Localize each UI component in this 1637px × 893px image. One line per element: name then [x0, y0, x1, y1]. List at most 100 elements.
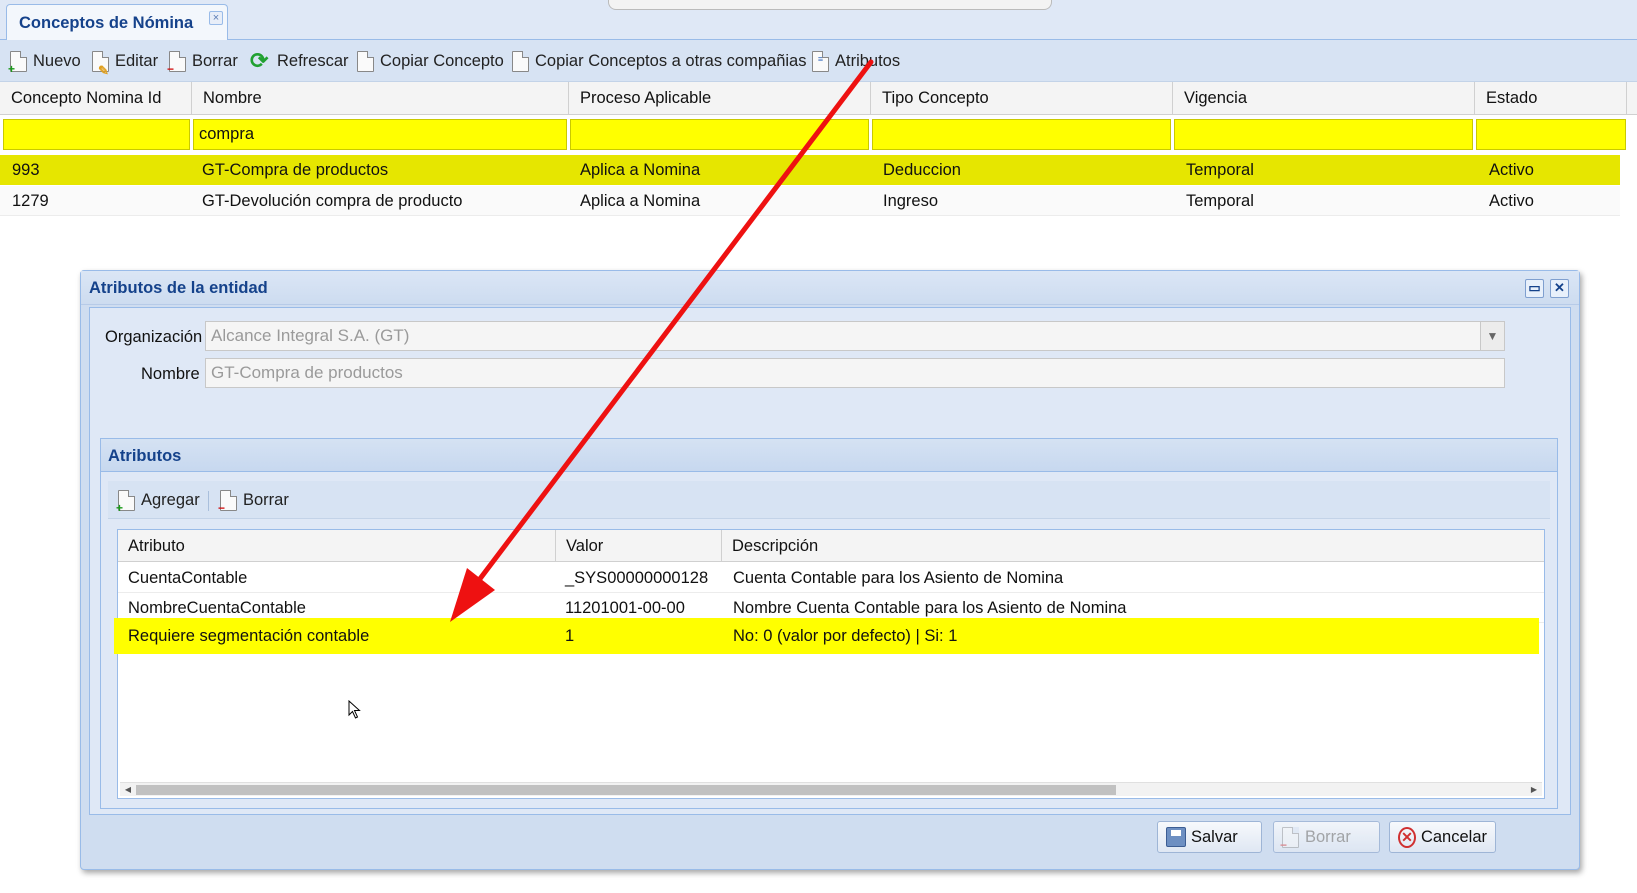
atributos-panel-title: Atributos [108, 447, 182, 465]
filter-proceso-input[interactable] [570, 119, 869, 150]
atributos-label: Atributos [835, 51, 901, 70]
refrescar-label: Refrescar [277, 51, 349, 70]
cell-atributo: Requiere segmentación contable [128, 627, 370, 645]
delete-document-icon: − [1280, 826, 1299, 851]
copiar-otras-companias-button[interactable]: Copiar Conceptos a otras compañias [512, 49, 806, 73]
delete-document-icon: − [167, 50, 186, 75]
table-row[interactable]: CuentaContable _SYS00000000128 Cuenta Co… [118, 563, 1544, 593]
add-document-icon: + [116, 489, 135, 514]
add-document-icon: + [8, 50, 27, 75]
table-row-highlighted[interactable]: Requiere segmentación contable 1 No: 0 (… [114, 618, 1539, 654]
cell-nombre: GT-Compra de productos [202, 161, 389, 179]
cell-estado: Activo [1489, 192, 1534, 210]
tab-title: Conceptos de Nómina [19, 14, 194, 32]
filter-row: compra [0, 118, 1637, 152]
atributos-grid-header: Atributo Valor Descripción [118, 530, 1544, 562]
refresh-icon: ⟳ [250, 47, 269, 73]
filter-estado-input[interactable] [1476, 119, 1626, 150]
nombre-field[interactable]: GT-Compra de productos [205, 358, 1505, 388]
cell-id: 1279 [12, 192, 49, 210]
cell-descripcion: No: 0 (valor por defecto) | Si: 1 [733, 627, 958, 645]
table-row[interactable]: 1279 GT-Devolución compra de producto Ap… [0, 186, 1620, 216]
column-header[interactable]: Atributo [118, 530, 556, 562]
nombre-value: GT-Compra de productos [211, 363, 403, 382]
scroll-left-icon[interactable]: ◀ [122, 783, 134, 797]
cell-proceso: Aplica a Nomina [580, 192, 701, 210]
toolbar-separator [208, 491, 209, 511]
column-header[interactable]: Nombre [192, 82, 569, 115]
atributos-dialog: Atributos de la entidad ▭ ✕ Organización… [80, 270, 1580, 870]
borrar-label: Borrar [192, 51, 238, 70]
cancelar-button[interactable]: ✕ Cancelar [1389, 821, 1496, 853]
grid-header: Concepto Nomina Id Nombre Proceso Aplica… [0, 82, 1637, 115]
copiar-concepto-label: Copiar Concepto [380, 51, 504, 70]
borrar-dialog-button[interactable]: − Borrar [1273, 821, 1380, 853]
column-header[interactable]: Concepto Nomina Id [0, 82, 192, 115]
filter-tipo-input[interactable] [872, 119, 1171, 150]
dialog-title: Atributos de la entidad [89, 279, 268, 297]
cancel-icon: ✕ [1398, 826, 1416, 848]
nuevo-button[interactable]: + Nuevo [8, 49, 81, 75]
cancelar-label: Cancelar [1420, 827, 1487, 846]
agregar-label: Agregar [141, 490, 200, 509]
atributos-panel-header: Atributos [101, 439, 1557, 472]
dialog-header[interactable]: Atributos de la entidad ▭ ✕ [81, 271, 1579, 305]
table-row[interactable]: 993 GT-Compra de productos Aplica a Nomi… [0, 155, 1620, 185]
maximize-icon[interactable]: ▭ [1525, 279, 1544, 298]
column-header[interactable]: Estado [1475, 82, 1627, 115]
atributos-button[interactable]: ≡ Atributos [812, 49, 900, 73]
copiar-concepto-button[interactable]: Copiar Concepto [357, 49, 504, 73]
cell-estado: Activo [1489, 161, 1534, 179]
cell-proceso: Aplica a Nomina [580, 161, 701, 179]
scrollbar-thumb[interactable] [136, 785, 1116, 795]
refrescar-button[interactable]: ⟳ Refrescar [250, 49, 349, 73]
borrar-dialog-label: Borrar [1305, 827, 1351, 846]
organizacion-value: Alcance Integral S.A. (GT) [211, 326, 410, 345]
delete-document-icon: − [218, 489, 237, 514]
close-icon[interactable]: ✕ [1550, 279, 1569, 298]
column-header[interactable]: Proceso Aplicable [569, 82, 871, 115]
nuevo-label: Nuevo [33, 51, 81, 70]
cell-vigencia: Temporal [1186, 192, 1254, 210]
filter-id-input[interactable] [3, 119, 190, 150]
borrar-button[interactable]: − Borrar [167, 49, 238, 75]
copy-document-icon [357, 50, 374, 72]
filter-nombre-input[interactable]: compra [193, 119, 567, 150]
column-header[interactable]: Tipo Concepto [871, 82, 1173, 115]
filter-vigencia-input[interactable] [1174, 119, 1473, 150]
column-header[interactable]: Vigencia [1173, 82, 1475, 115]
main-toolbar: + Nuevo ✎ Editar − Borrar ⟳ Refrescar Co… [0, 40, 1637, 82]
copy-document-icon [512, 50, 529, 72]
borrar-atributo-button[interactable]: − Borrar [218, 488, 289, 514]
cell-valor: 1 [565, 627, 575, 645]
cell-vigencia: Temporal [1186, 161, 1254, 179]
dialog-body: Organización Alcance Integral S.A. (GT) … [89, 307, 1571, 815]
salvar-button[interactable]: Salvar [1157, 821, 1262, 853]
edit-document-icon: ✎ [92, 50, 109, 77]
chevron-down-icon[interactable]: ▼ [1480, 322, 1504, 350]
atributos-panel: Atributos + Agregar − Borrar Atributo Va… [100, 438, 1558, 809]
cell-atributo: CuentaContable [128, 569, 248, 587]
cell-nombre: GT-Devolución compra de producto [202, 192, 463, 210]
cell-tipo: Deduccion [883, 161, 961, 179]
scroll-right-icon[interactable]: ▶ [1528, 783, 1540, 797]
tab-conceptos-nomina[interactable]: Conceptos de Nómina × [6, 4, 228, 41]
nombre-label: Nombre [141, 365, 200, 383]
organizacion-select[interactable]: Alcance Integral S.A. (GT) ▼ [205, 321, 1505, 351]
column-header[interactable]: Valor [556, 530, 722, 562]
salvar-label: Salvar [1191, 827, 1238, 846]
editar-button[interactable]: ✎ Editar [92, 49, 159, 77]
borrar-atributo-label: Borrar [243, 490, 289, 509]
column-header[interactable]: Descripción [722, 530, 1544, 562]
atributos-toolbar: + Agregar − Borrar [108, 481, 1550, 519]
cell-descripcion: Cuenta Contable para los Asiento de Nomi… [733, 569, 1064, 587]
horizontal-scrollbar[interactable]: ◀ ▶ [120, 782, 1542, 796]
editar-label: Editar [115, 51, 159, 70]
cell-valor: _SYS00000000128 [565, 569, 709, 587]
organizacion-label: Organización [105, 328, 203, 346]
close-icon[interactable]: × [209, 11, 223, 25]
atributos-grid: Atributo Valor Descripción CuentaContabl… [114, 529, 1545, 799]
cell-id: 993 [12, 161, 40, 179]
panel-handle [608, 0, 1052, 10]
agregar-button[interactable]: + Agregar [116, 488, 200, 514]
